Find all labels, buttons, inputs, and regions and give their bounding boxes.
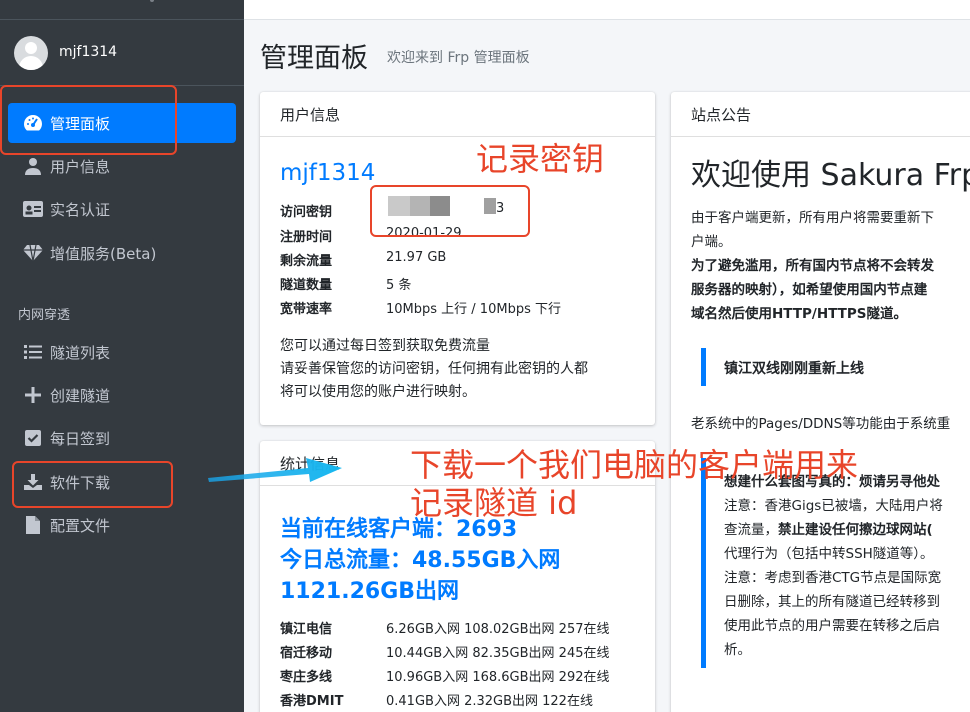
announcement-text: 由于客户端更新，所有用户将需要重新下 xyxy=(691,210,934,226)
node-stats: 6.26GB入网 108.02GB出网 257在线 xyxy=(386,622,610,637)
announcement-text: 服务器的映射），如希望使用国内节点建 xyxy=(691,282,928,298)
node-name: 镇江电信 xyxy=(280,622,333,637)
announcement-heading: 欢迎使用 Sakura Frp xyxy=(691,158,970,193)
traffic-in: 今日总流量：48.55GB入网 xyxy=(280,548,561,573)
nav-section-header: 内网穿透 xyxy=(18,308,71,323)
list-icon xyxy=(22,345,44,359)
callout-text: 使用此节点的用户需要在转移之后启 xyxy=(724,618,940,634)
annotation-box-key xyxy=(370,185,530,237)
node-stats: 10.44GB入网 82.35GB出网 245在线 xyxy=(386,646,610,661)
node-name: 宿迁移动 xyxy=(280,646,333,661)
callout-text: 注意：香港Gigs已被墙，大陆用户将 xyxy=(724,498,943,514)
info-key: 注册时间 xyxy=(280,230,333,245)
callout-text: 日删除，其上的所有隧道已经转移到 xyxy=(724,594,940,610)
key-warning-line1: 请妥善保管您的访问密钥，任何拥有此密钥的人都 xyxy=(280,361,588,377)
announcement-text: 域名然后使用HTTP/HTTPS隧道。 xyxy=(691,306,907,322)
user-panel[interactable]: mjf1314 xyxy=(0,20,244,86)
info-value: 10Mbps 上行 / 10Mbps 下行 xyxy=(386,302,561,317)
diamond-icon xyxy=(22,245,44,261)
sidebar-item-label: 每日签到 xyxy=(50,429,111,448)
node-name: 枣庄多线 xyxy=(280,670,333,685)
sidebar-item-verification[interactable]: 实名认证 xyxy=(8,189,236,229)
sidebar-item-label: 用户信息 xyxy=(50,157,111,176)
card-title: 用户信息 xyxy=(260,92,655,137)
check-square-icon xyxy=(22,430,44,446)
file-icon xyxy=(22,516,44,534)
announcement-text: 老系统中的Pages/DDNS等功能由于系统重 xyxy=(691,416,951,432)
sidebar-item-label: 增值服务(Beta) xyxy=(50,244,157,263)
node-name: 香港DMIT xyxy=(280,694,344,709)
traffic-out: 1121.26GB出网 xyxy=(280,579,460,604)
info-value: 5 条 xyxy=(386,278,412,293)
callout-text: 代理行为（包括中转SSH隧道等）。 xyxy=(724,546,934,562)
callout-notes: 想建什么套图写真的：烦请另寻他处 注意：香港Gigs已被墙，大陆用户将 查流量，… xyxy=(701,458,970,668)
user-icon xyxy=(22,157,44,175)
info-key: 剩余流量 xyxy=(280,254,333,269)
node-stats: 0.41GB入网 2.32GB出网 122在线 xyxy=(386,694,593,709)
sidebar-item-config-file[interactable]: 配置文件 xyxy=(8,505,236,545)
sidebar-username[interactable]: mjf1314 xyxy=(59,44,117,60)
sidebar-item-label: 隧道列表 xyxy=(50,343,111,362)
key-warning-line2: 将可以使用您的账户进行映射。 xyxy=(280,384,476,400)
sidebar-item-label: 创建隧道 xyxy=(50,386,111,405)
top-navbar xyxy=(244,0,970,20)
announcement-text: 户端。 xyxy=(691,234,732,250)
sidebar-brand xyxy=(0,0,244,20)
card-title: 站点公告 xyxy=(671,92,970,137)
annotation-record-key: 记录密钥 xyxy=(476,140,605,178)
sidebar-item-label: 实名认证 xyxy=(50,200,111,219)
id-card-icon xyxy=(22,201,44,217)
sidebar-item-create-tunnel[interactable]: 创建隧道 xyxy=(8,375,236,415)
annotation-box-download xyxy=(12,461,173,508)
announcement-text: 为了避免滥用，所有国内节点将不会转发 xyxy=(691,258,934,274)
callout-text: 析。 xyxy=(724,642,751,658)
checkin-note: 您可以通过每日签到获取免费流量 xyxy=(280,338,490,354)
avatar[interactable] xyxy=(14,36,48,70)
user-name-heading: mjf1314 xyxy=(280,160,376,186)
annotation-download-line2: 记录隧道 id xyxy=(410,484,578,522)
info-key: 访问密钥 xyxy=(280,205,333,220)
sidebar-item-premium[interactable]: 增值服务(Beta) xyxy=(8,233,236,273)
callout-text: 注意：考虑到香港CTG节点是国际宽 xyxy=(724,570,942,586)
info-value: 21.97 GB xyxy=(386,250,447,265)
page-title: 管理面板 xyxy=(260,43,368,74)
callout-zhenjiang: 镇江双线刚刚重新上线 xyxy=(701,348,970,386)
info-key: 隧道数量 xyxy=(280,278,333,293)
sidebar-item-label: 配置文件 xyxy=(50,516,111,535)
announcement-card: 站点公告 欢迎使用 Sakura Frp 由于客户端更新，所有用户将需要重新下 … xyxy=(671,92,970,712)
callout-text: 查流量，禁止建设任何擦边球网站( xyxy=(724,522,933,538)
node-stats: 10.96GB入网 168.6GB出网 292在线 xyxy=(386,670,610,685)
annotation-box-dashboard xyxy=(0,85,177,155)
arrow-annotation-icon xyxy=(208,458,342,482)
sidebar-item-tunnel-list[interactable]: 隧道列表 xyxy=(8,332,236,372)
info-key: 宽带速率 xyxy=(280,302,333,317)
page-subtitle: 欢迎来到 Frp 管理面板 xyxy=(387,50,530,66)
plus-icon xyxy=(22,387,44,403)
